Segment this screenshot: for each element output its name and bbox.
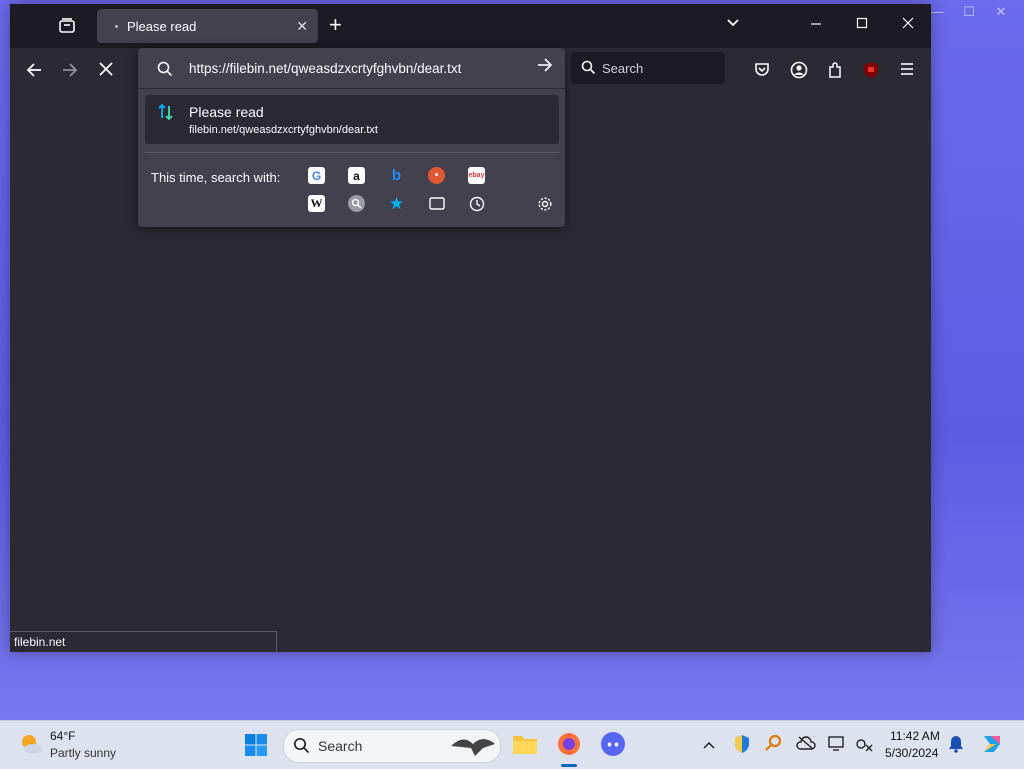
divider [138, 88, 565, 89]
close-icon[interactable]: ✕ [992, 4, 1010, 20]
search-icon [293, 737, 310, 754]
clock-date[interactable]: 5/30/2024 [885, 746, 938, 760]
status-bar: filebin.net [10, 631, 277, 652]
tab-bar: Please read ✕ + [10, 4, 931, 48]
network-disconnected-icon[interactable] [855, 736, 873, 757]
notification-bell-icon[interactable] [948, 735, 964, 758]
tab-loading-dot [115, 25, 118, 28]
stop-loading-icon[interactable] [96, 61, 116, 81]
taskbar-search-placeholder: Search [318, 738, 363, 754]
extensions-icon[interactable] [825, 61, 845, 81]
active-app-indicator [561, 764, 577, 767]
taskbar-search-input[interactable]: Search [283, 729, 501, 763]
history-icon[interactable] [468, 195, 485, 212]
display-icon[interactable] [828, 735, 846, 756]
tab-please-read[interactable]: Please read ✕ [97, 9, 318, 43]
gear-icon[interactable] [536, 195, 553, 212]
url-bar-dropdown: https://filebin.net/qweasdzxcrtyfghvbn/d… [138, 48, 565, 227]
bing-icon[interactable]: b [388, 167, 405, 184]
copilot-icon[interactable] [980, 732, 1004, 761]
wikipedia-icon[interactable]: W [308, 195, 325, 212]
url-input[interactable]: https://filebin.net/qweasdzxcrtyfghvbn/d… [189, 61, 461, 76]
switch-tab-icon [158, 103, 173, 121]
maximize-icon[interactable]: ☐ [960, 4, 978, 20]
minimize-icon[interactable] [810, 16, 822, 34]
account-icon[interactable] [789, 61, 809, 81]
menu-hamburger-icon[interactable] [897, 61, 917, 81]
amazon-icon[interactable]: a [348, 167, 365, 184]
divider [145, 152, 559, 153]
background-window-controls: — ☐ ✕ [928, 4, 1010, 20]
ebay-icon[interactable]: ebay [468, 167, 485, 184]
file-explorer-icon[interactable] [512, 733, 538, 760]
windows-taskbar: 64°F Partly sunny Search 11:42 AM 5/30/2… [0, 720, 1024, 769]
security-shield-icon[interactable] [733, 734, 751, 759]
search-placeholder: Search [602, 61, 644, 76]
firefox-view-icon[interactable] [58, 17, 76, 35]
key-icon[interactable] [764, 734, 782, 757]
google-icon[interactable]: G [308, 167, 325, 184]
search-input[interactable]: Search [571, 52, 725, 84]
search-icon [581, 60, 596, 75]
maximize-icon[interactable] [856, 16, 868, 34]
duckduckgo-icon[interactable]: • [428, 167, 445, 184]
bookmarks-star-icon[interactable]: ★ [388, 194, 405, 213]
search-with-label: This time, search with: [151, 170, 281, 185]
new-tab-button[interactable]: + [329, 14, 342, 36]
onedrive-offline-icon[interactable] [796, 736, 816, 755]
weather-icon[interactable] [18, 731, 44, 762]
discord-icon[interactable] [600, 731, 626, 762]
forward-arrow-icon[interactable] [60, 61, 80, 81]
windows-start-icon[interactable] [244, 733, 268, 762]
go-arrow-icon[interactable] [537, 57, 553, 78]
back-arrow-icon[interactable] [24, 61, 44, 81]
tab-close-icon[interactable]: ✕ [296, 18, 308, 35]
suggestion-title: Please read [189, 104, 264, 120]
search-icon [157, 61, 173, 77]
list-all-tabs-icon[interactable] [726, 16, 740, 34]
firefox-taskbar-icon[interactable] [556, 731, 582, 762]
clock-time[interactable]: 11:42 AM [890, 729, 940, 743]
chevron-up-icon[interactable] [702, 737, 716, 755]
search-icon[interactable] [348, 195, 365, 212]
search-highlight-bird-icon [451, 739, 495, 756]
close-window-icon[interactable] [902, 16, 914, 34]
tabs-icon[interactable] [428, 195, 445, 212]
weather-temperature[interactable]: 64°F [50, 729, 75, 743]
pocket-icon[interactable] [752, 61, 772, 81]
url-suggestion-item[interactable]: Please read filebin.net/qweasdzxcrtyfghv… [145, 95, 559, 144]
tab-title: Please read [127, 19, 197, 34]
weather-description[interactable]: Partly sunny [50, 746, 116, 760]
suggestion-url: filebin.net/qweasdzxcrtyfghvbn/dear.txt [189, 124, 378, 136]
ublock-origin-icon[interactable] [861, 61, 881, 81]
